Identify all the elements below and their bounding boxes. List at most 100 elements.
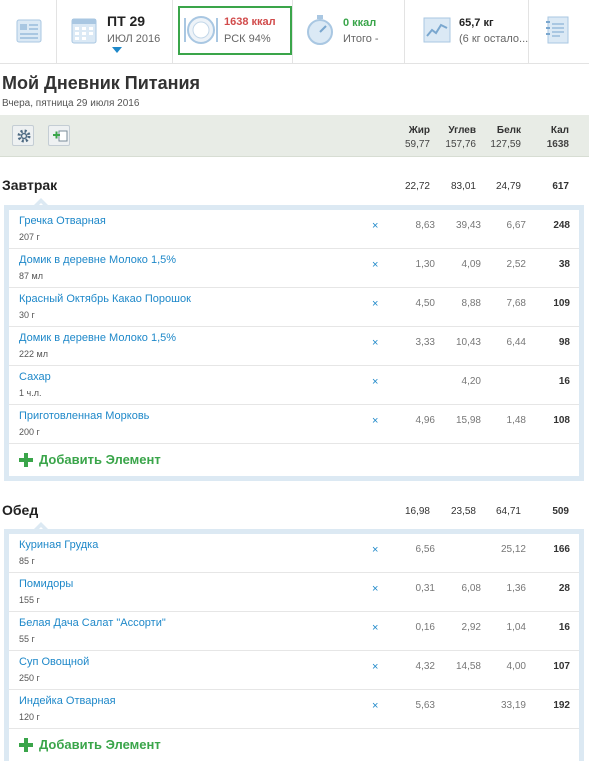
- food-fat: 0,16: [415, 622, 435, 633]
- fat-header-label: Жир: [408, 125, 430, 136]
- food-row: Гречка Отварная 207 г × 8,63 39,43 6,67 248: [9, 210, 579, 249]
- food-protein: 7,68: [506, 298, 526, 309]
- meal-carb: 83,01: [450, 181, 476, 192]
- carb-header: Углев 157,76: [436, 125, 476, 150]
- delete-icon[interactable]: ×: [372, 700, 378, 712]
- rsk-value: РСК 94%: [224, 33, 271, 45]
- carb-total: 157,76: [445, 139, 476, 150]
- food-kcal: 192: [553, 700, 570, 711]
- weight-value: 65,7 кг: [459, 17, 494, 29]
- chevron-down-icon[interactable]: [112, 47, 122, 53]
- food-name-link[interactable]: Красный Октябрь Какао Порошок: [19, 293, 191, 305]
- food-name-link[interactable]: Помидоры: [19, 578, 73, 590]
- food-carb: 15,98: [455, 415, 481, 426]
- delete-icon[interactable]: ×: [372, 544, 378, 556]
- date-day: ПТ 29: [107, 13, 146, 29]
- food-name-link[interactable]: Белая Дача Салат "Ассорти": [19, 617, 166, 629]
- calories-summary-card[interactable]: 1638 ккал РСК 94%: [178, 6, 292, 55]
- food-protein: 6,44: [506, 337, 526, 348]
- food-quantity: 30 г: [19, 310, 35, 320]
- food-kcal: 107: [553, 661, 570, 672]
- settings-button[interactable]: [12, 125, 34, 146]
- food-kcal: 109: [553, 298, 570, 309]
- calendar-icon: [71, 18, 97, 44]
- food-protein: 6,67: [506, 220, 526, 231]
- plate-icon: [184, 16, 218, 44]
- nav-news-cell[interactable]: [0, 0, 57, 63]
- food-fat: 4,96: [415, 415, 435, 426]
- food-kcal: 248: [553, 220, 570, 231]
- delete-icon[interactable]: ×: [372, 622, 378, 634]
- food-kcal: 16: [558, 622, 570, 633]
- food-name-link[interactable]: Индейка Отварная: [19, 695, 116, 707]
- food-carb: 4,09: [461, 259, 481, 270]
- news-icon[interactable]: [15, 17, 43, 45]
- meal-kcal: 617: [552, 181, 569, 192]
- food-name-link[interactable]: Домик в деревне Молоко 1,5%: [19, 332, 176, 344]
- delete-icon[interactable]: ×: [372, 298, 378, 310]
- meal-header-breakfast: Завтрак 22,72 83,01 24,79 617: [0, 171, 589, 201]
- fat-total: 59,77: [404, 139, 430, 150]
- meal-carb: 23,58: [450, 506, 476, 517]
- food-row: Куриная Грудка 85 г × 6,56 25,12 166: [9, 534, 579, 573]
- food-name-link[interactable]: Домик в деревне Молоко 1,5%: [19, 254, 176, 266]
- top-bar: ПТ 29 ИЮЛ 2016 1638 ккал РСК 94% 0 ккал …: [0, 0, 589, 64]
- delete-icon[interactable]: ×: [372, 337, 378, 349]
- food-name-link[interactable]: Сахар: [19, 371, 51, 383]
- notes-cell[interactable]: [529, 0, 589, 63]
- fat-header: Жир 59,77: [390, 125, 430, 150]
- meal-name: Завтрак: [2, 177, 58, 193]
- kcal-header-label: Кал: [550, 125, 569, 136]
- add-copy-icon: [53, 130, 68, 142]
- food-carb: 6,08: [461, 583, 481, 594]
- food-quantity: 200 г: [19, 427, 40, 437]
- food-row: Приготовленная Морковь 200 г × 4,96 15,98 1,4…: [9, 405, 579, 444]
- food-name-link[interactable]: Суп Овощной: [19, 656, 89, 668]
- protein-total: 127,59: [490, 139, 521, 150]
- meal-name: Обед: [2, 502, 39, 518]
- protein-header: Белк 127,59: [481, 125, 521, 150]
- food-fat: 8,63: [415, 220, 435, 231]
- add-item-button[interactable]: Добавить Элемент: [9, 444, 579, 476]
- delete-icon[interactable]: ×: [372, 583, 378, 595]
- food-carb: 10,43: [455, 337, 481, 348]
- food-fat: 5,63: [415, 700, 435, 711]
- notebook-icon: [546, 16, 569, 44]
- add-item-label: Добавить Элемент: [39, 452, 161, 467]
- food-quantity: 85 г: [19, 556, 35, 566]
- add-item-button[interactable]: Добавить Элемент: [9, 729, 579, 761]
- food-row: Сахар 1 ч.л. × 4,20 16: [9, 366, 579, 405]
- delete-icon[interactable]: ×: [372, 220, 378, 232]
- copy-add-button[interactable]: [48, 125, 70, 146]
- food-name-link[interactable]: Гречка Отварная: [19, 215, 106, 227]
- delete-icon[interactable]: ×: [372, 661, 378, 673]
- food-row: Суп Овощной 250 г × 4,32 14,58 4,00 107: [9, 651, 579, 690]
- meal-box-breakfast: Гречка Отварная 207 г × 8,63 39,43 6,67 248 Дом…: [4, 205, 584, 481]
- food-row: Помидоры 155 г × 0,31 6,08 1,36 28: [9, 573, 579, 612]
- food-carb: 4,20: [461, 376, 481, 387]
- food-carb: 39,43: [455, 220, 481, 231]
- food-name-link[interactable]: Куриная Грудка: [19, 539, 98, 551]
- food-protein: 33,19: [500, 700, 526, 711]
- food-fat: 0,31: [415, 583, 435, 594]
- food-fat: 1,30: [415, 259, 435, 270]
- delete-icon[interactable]: ×: [372, 415, 378, 427]
- page-date: Вчера, пятница 29 июля 2016: [2, 98, 140, 109]
- meal-protein: 24,79: [495, 181, 521, 192]
- food-protein: 2,52: [506, 259, 526, 270]
- exercise-cell[interactable]: 0 ккал Итого -: [292, 0, 405, 63]
- delete-icon[interactable]: ×: [372, 259, 378, 271]
- weight-cell[interactable]: 65,7 кг (6 кг остало...: [405, 0, 529, 63]
- meal-box-lunch: Куриная Грудка 85 г × 6,56 25,12 166 Помидоры 1…: [4, 529, 584, 761]
- food-name-link[interactable]: Приготовленная Морковь: [19, 410, 149, 422]
- food-protein: 1,48: [506, 415, 526, 426]
- kcal-total: 1638: [546, 139, 569, 150]
- delete-icon[interactable]: ×: [372, 376, 378, 388]
- calories-value: 1638 ккал: [224, 16, 276, 28]
- date-selector[interactable]: ПТ 29 ИЮЛ 2016: [57, 0, 173, 63]
- food-protein: 1,36: [506, 583, 526, 594]
- meal-kcal: 509: [552, 506, 569, 517]
- kcal-header: Кал 1638: [529, 125, 569, 150]
- food-row: Индейка Отварная 120 г × 5,63 33,19 192: [9, 690, 579, 729]
- weight-chart-icon: [423, 17, 451, 43]
